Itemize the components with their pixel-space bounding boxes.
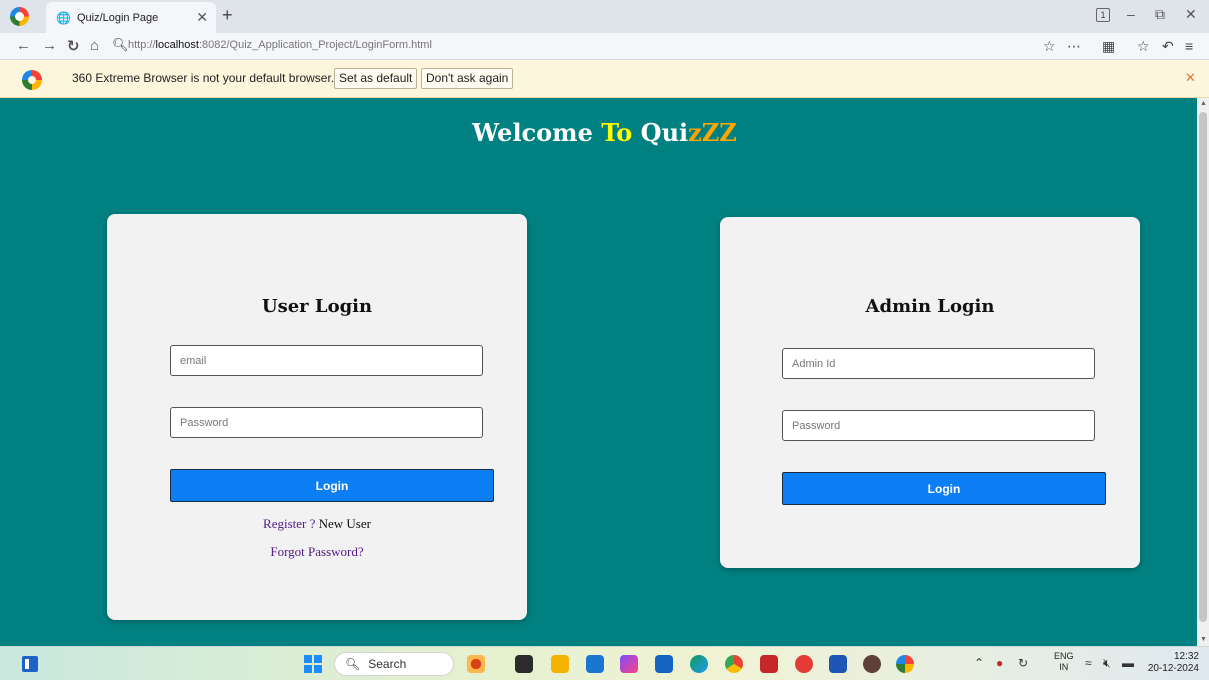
edge-icon[interactable]: [690, 655, 708, 673]
favorites-icon[interactable]: ☆: [1137, 38, 1150, 55]
tab-close-icon[interactable]: ✕: [196, 9, 208, 26]
word-icon[interactable]: [829, 655, 847, 673]
mcafee-icon[interactable]: [760, 655, 778, 673]
start-icon[interactable]: [304, 655, 322, 673]
forgot-password-link[interactable]: Forgot Password?: [270, 544, 363, 559]
tab-title: Quiz/Login Page: [76, 11, 159, 24]
user-login-button[interactable]: Login: [170, 469, 494, 502]
reload-icon[interactable]: ↻: [67, 37, 80, 55]
browser-logo-icon: [22, 70, 42, 90]
page-scrollbar[interactable]: ▲ ▼: [1197, 98, 1209, 646]
windows-taskbar: 🔍︎ Search ⌃ ● ↻ ENG IN ≈ 🔇︎ ▬ 12:32 20-1…: [0, 646, 1209, 680]
user-email-input[interactable]: [170, 345, 483, 376]
tab-bar: 🌐 Quiz/Login Page ✕ + 1 – ⧉ ✕: [0, 0, 1209, 33]
register-line: Register ? New User: [107, 516, 527, 532]
admin-id-input[interactable]: [782, 348, 1095, 379]
undo-icon[interactable]: ↶: [1162, 38, 1174, 55]
scroll-thumb[interactable]: [1199, 112, 1207, 622]
volume-muted-icon[interactable]: 🔇︎: [1103, 656, 1111, 671]
home-icon[interactable]: ⌂: [90, 37, 99, 54]
language-indicator[interactable]: ENG IN: [1054, 651, 1074, 673]
search-icon: 🔍︎: [345, 657, 361, 671]
welcome-qui-text: Qui: [632, 118, 689, 147]
register-link[interactable]: Register ?: [263, 516, 315, 531]
user-login-card: User Login Login Register ? New User For…: [107, 214, 527, 620]
admin-password-input[interactable]: [782, 410, 1095, 441]
wps-icon[interactable]: [795, 655, 813, 673]
default-browser-infobar: 360 Extreme Browser is not your default …: [0, 60, 1209, 98]
file-explorer-icon[interactable]: [551, 655, 569, 673]
clock[interactable]: 12:32 20-12-2024: [1147, 651, 1199, 675]
welcome-text: Welcome: [472, 118, 602, 147]
clock-date: 20-12-2024: [1147, 663, 1199, 674]
user-login-title: User Login: [261, 296, 373, 317]
welcome-heading: Welcome To QuizZZ: [0, 118, 1209, 147]
infobar-close-icon[interactable]: ✕: [1185, 70, 1196, 86]
welcome-zz-text: zZZ: [688, 118, 737, 147]
chrome-icon[interactable]: [725, 655, 743, 673]
browser-logo-icon[interactable]: [10, 7, 29, 26]
dont-ask-again-button[interactable]: Don't ask again: [421, 68, 514, 89]
extensions-icon[interactable]: ▦: [1102, 38, 1115, 55]
copilot-icon[interactable]: [620, 655, 638, 673]
register-suffix: New User: [315, 516, 371, 531]
admin-login-button[interactable]: Login: [782, 472, 1106, 505]
menu-icon[interactable]: ≡: [1185, 38, 1193, 54]
globe-icon: 🌐: [56, 10, 71, 25]
user-password-input[interactable]: [170, 407, 483, 438]
store-icon[interactable]: [655, 655, 673, 673]
url-path: :8082/Quiz_Application_Project/LoginForm…: [198, 39, 432, 51]
more-icon[interactable]: ⋯: [1067, 38, 1081, 55]
lang-top: ENG: [1054, 651, 1074, 661]
task-view-icon[interactable]: [515, 655, 533, 673]
browser-taskbar-icon[interactable]: [896, 655, 914, 673]
lang-bottom: IN: [1059, 662, 1069, 672]
bookmark-star-icon[interactable]: ☆: [1043, 38, 1056, 55]
tray-sync-icon[interactable]: ↻: [1018, 656, 1028, 670]
forgot-line: Forgot Password?: [107, 544, 527, 560]
minimize-icon[interactable]: –: [1127, 6, 1135, 22]
url-field[interactable]: http://localhost:8082/Quiz_Application_P…: [128, 39, 432, 51]
address-search-icon: 🔍︎: [112, 37, 129, 52]
game-app-icon[interactable]: [467, 655, 485, 673]
login-page: Welcome To QuizZZ User Login Login Regis…: [0, 98, 1197, 646]
wifi-icon[interactable]: ≈: [1085, 656, 1092, 670]
url-prefix: http://: [128, 39, 156, 51]
tab-count-icon[interactable]: 1: [1096, 8, 1110, 22]
window-close-icon[interactable]: ✕: [1185, 6, 1197, 23]
forward-icon[interactable]: →: [42, 37, 57, 54]
battery-icon[interactable]: ▬: [1122, 656, 1134, 670]
new-tab-button[interactable]: +: [222, 5, 233, 26]
taskbar-search-label: Search: [368, 657, 407, 671]
admin-login-title: Admin Login: [865, 296, 995, 317]
taskbar-search[interactable]: 🔍︎ Search: [334, 652, 454, 676]
scroll-down-icon[interactable]: ▼: [1200, 636, 1207, 643]
browser-tab[interactable]: 🌐 Quiz/Login Page ✕: [46, 2, 216, 33]
app-icon[interactable]: [863, 655, 881, 673]
clock-time: 12:32: [1173, 651, 1199, 662]
welcome-to-text: To: [601, 118, 633, 147]
restore-icon[interactable]: ⧉: [1155, 6, 1165, 23]
infobar-message: 360 Extreme Browser is not your default …: [72, 71, 335, 85]
url-host: localhost: [155, 39, 199, 51]
admin-login-card: Admin Login Login: [720, 217, 1140, 568]
scroll-up-icon[interactable]: ▲: [1200, 100, 1207, 107]
outlook-icon[interactable]: [586, 655, 604, 673]
set-default-button[interactable]: Set as default: [334, 68, 418, 89]
tray-app-icon[interactable]: ●: [996, 656, 1003, 670]
back-icon[interactable]: ←: [16, 37, 31, 54]
widgets-icon[interactable]: [22, 656, 38, 672]
address-bar: ← → ↻ ⌂ 🔍︎ http://localhost:8082/Quiz_Ap…: [0, 33, 1209, 60]
tray-expand-icon[interactable]: ⌃: [974, 656, 984, 670]
